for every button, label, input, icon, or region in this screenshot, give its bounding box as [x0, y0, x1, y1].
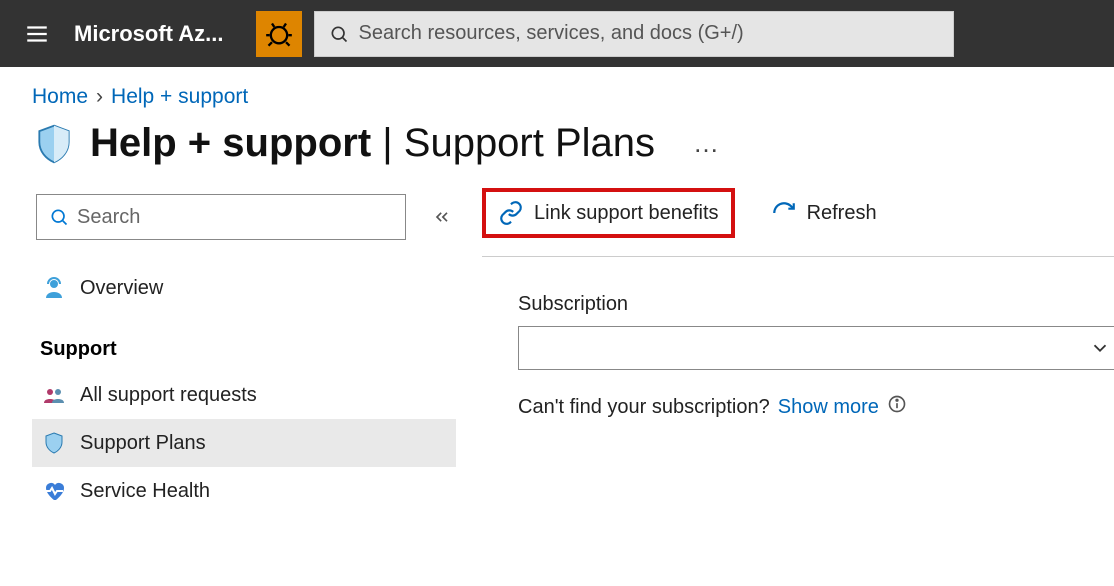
chevron-down-icon: [1089, 337, 1111, 359]
subscription-hint: Can't find your subscription? Show more: [518, 370, 1114, 420]
command-bar: Link support benefits Refresh: [482, 188, 1114, 257]
link-icon: [498, 200, 524, 226]
sidebar-search[interactable]: [36, 194, 406, 240]
main: Overview Support All support requests Su…: [0, 188, 1114, 515]
sidebar: Overview Support All support requests Su…: [32, 188, 456, 515]
sidebar-item-label: Support Plans: [80, 432, 206, 455]
subscription-label: Subscription: [518, 293, 1114, 326]
cmd-label: Refresh: [807, 202, 877, 225]
sidebar-item-service-health[interactable]: Service Health: [32, 467, 456, 515]
search-icon: [49, 207, 69, 227]
global-search-input[interactable]: [359, 22, 939, 45]
content: Link support benefits Refresh Subscripti…: [456, 188, 1114, 515]
breadcrumb-current[interactable]: Help + support: [111, 85, 248, 109]
hint-text: Can't find your subscription?: [518, 396, 770, 419]
page-title: Help + support | Support Plans …: [0, 109, 1114, 188]
bug-icon: [265, 20, 293, 48]
sidebar-search-input[interactable]: [77, 206, 393, 229]
shield-icon: [42, 431, 66, 455]
global-search[interactable]: [314, 11, 954, 57]
more-button[interactable]: …: [669, 128, 719, 159]
people-icon: [42, 383, 66, 407]
refresh-icon: [771, 200, 797, 226]
breadcrumb: Home › Help + support: [0, 67, 1114, 109]
title-main: Help + support: [90, 121, 371, 165]
brand-label[interactable]: Microsoft Az...: [74, 21, 224, 47]
sidebar-item-overview[interactable]: Overview: [32, 264, 456, 312]
collapse-sidebar-button[interactable]: [432, 207, 452, 227]
search-icon: [329, 24, 349, 44]
shield-icon: [32, 122, 76, 166]
breadcrumb-home[interactable]: Home: [32, 85, 88, 109]
hamburger-icon: [24, 21, 50, 47]
show-more-link[interactable]: Show more: [778, 396, 879, 419]
bug-button[interactable]: [256, 11, 302, 57]
title-sub: Support Plans: [404, 121, 655, 165]
sidebar-heading-support: Support: [32, 312, 456, 371]
chevron-right-icon: ›: [96, 85, 103, 109]
title-divider: |: [371, 121, 404, 165]
topbar: Microsoft Az...: [0, 0, 1114, 67]
link-support-benefits-button[interactable]: Link support benefits: [482, 188, 735, 238]
refresh-button[interactable]: Refresh: [759, 192, 889, 234]
sidebar-item-all-requests[interactable]: All support requests: [32, 371, 456, 419]
menu-button[interactable]: [12, 9, 62, 59]
subscription-select[interactable]: [518, 326, 1114, 370]
heart-pulse-icon: [42, 479, 66, 503]
info-icon[interactable]: [887, 394, 907, 420]
sidebar-item-label: Overview: [80, 277, 163, 300]
sidebar-item-label: Service Health: [80, 480, 210, 503]
sidebar-item-support-plans[interactable]: Support Plans: [32, 419, 456, 467]
chevron-double-left-icon: [432, 207, 452, 227]
person-support-icon: [42, 276, 66, 300]
sidebar-item-label: All support requests: [80, 384, 257, 407]
cmd-label: Link support benefits: [534, 202, 719, 225]
form: Subscription Can't find your subscriptio…: [482, 257, 1114, 420]
